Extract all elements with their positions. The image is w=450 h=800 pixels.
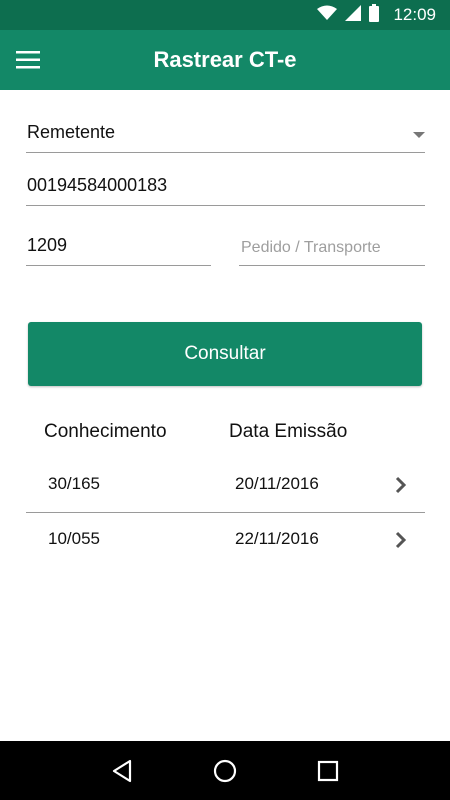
chevron-right-icon — [395, 476, 407, 494]
cnpj-value: 00194584000183 — [27, 175, 168, 195]
pedido-placeholder: Pedido / Transporte — [241, 239, 381, 256]
back-triangle-icon — [112, 759, 131, 782]
tipo-dropdown[interactable]: Remetente — [26, 115, 425, 153]
row-conhecimento: 10/055 — [48, 529, 100, 548]
header-data-emissao: Data Emissão — [229, 421, 348, 442]
home-circle-icon — [213, 759, 237, 782]
hamburger-menu-icon — [16, 51, 40, 69]
header-conhecimento: Conhecimento — [44, 421, 167, 442]
dropdown-arrow-icon — [413, 132, 425, 138]
status-bar: 12:09 — [0, 0, 450, 30]
tipo-selected-value: Remetente — [27, 122, 116, 142]
home-button[interactable] — [205, 751, 245, 791]
cnpj-field[interactable]: 00194584000183 — [26, 166, 425, 206]
page-title: Rastrear CT-e — [153, 47, 297, 72]
status-time: 12:09 — [393, 5, 436, 24]
row-data-emissao: 20/11/2016 — [235, 474, 319, 493]
menu-button[interactable] — [0, 30, 56, 90]
numero-value: 1209 — [27, 235, 68, 255]
numero-field[interactable]: 1209 — [26, 226, 211, 266]
chevron-right-icon — [395, 531, 407, 549]
row-conhecimento: 30/165 — [48, 474, 100, 493]
battery-icon — [369, 3, 380, 27]
consultar-button[interactable]: Consultar — [28, 322, 422, 386]
system-nav-bar — [0, 741, 450, 800]
table-row[interactable]: 30/165 20/11/2016 — [26, 458, 425, 513]
table-row[interactable]: 10/055 22/11/2016 — [26, 513, 425, 568]
back-button[interactable] — [102, 751, 142, 791]
recents-button[interactable] — [308, 751, 348, 791]
wifi-icon — [317, 5, 338, 26]
app-bar: Rastrear CT-e — [0, 30, 450, 90]
row-data-emissao: 22/11/2016 — [235, 529, 319, 548]
recents-square-icon — [318, 760, 339, 781]
signal-icon — [345, 4, 362, 26]
pedido-transporte-field[interactable]: Pedido / Transporte — [239, 226, 425, 266]
